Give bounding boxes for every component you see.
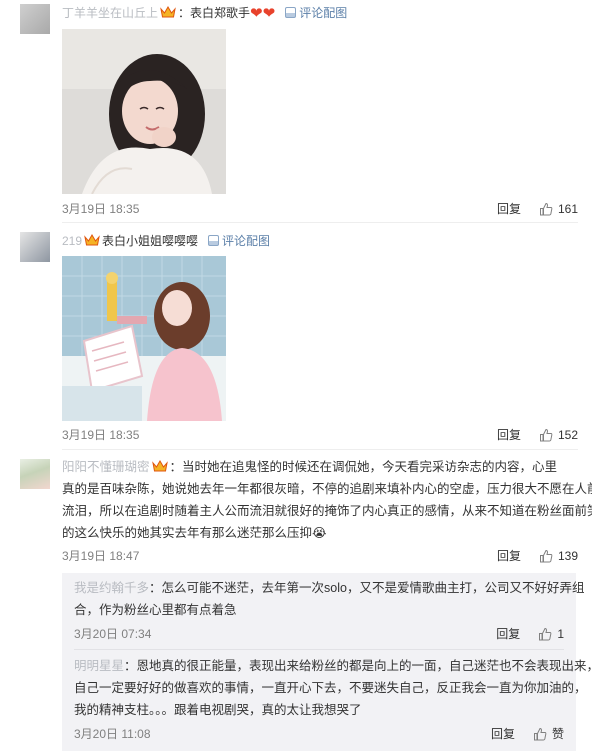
comment-time: 3月19日 18:35 (62, 202, 140, 216)
like-count: 赞 (551, 727, 564, 741)
comment-meta: 3月20日 07:34 回复 1 (74, 625, 564, 643)
comment-meta: 3月19日 18:47 回复 139 (62, 547, 578, 565)
comment-time: 3月20日 07:34 (74, 627, 152, 641)
comment-text-line: 的这么快乐的她其实去年有那么迷茫那么压抑 (62, 526, 313, 540)
girl-portrait-image (62, 29, 226, 194)
divider (62, 222, 578, 223)
like-count: 152 (557, 428, 578, 442)
username-link[interactable]: 阳阳不懂珊瑚密 (62, 460, 150, 474)
avatar[interactable] (20, 4, 50, 34)
vip-crown-icon (151, 460, 168, 472)
picture-icon (285, 7, 297, 18)
thumbs-up-icon (539, 202, 553, 216)
sub-comment-body: 我是约翰千多：怎么可能不迷茫，去年第一次solo，又不是爱情歌曲主打，公司又不好… (74, 577, 584, 621)
username-link[interactable]: 我是约翰千多 (74, 581, 149, 595)
comment-time: 3月19日 18:35 (62, 428, 140, 442)
thumbs-up-icon (539, 428, 553, 442)
divider (62, 449, 578, 450)
username-link[interactable]: 明明星星 (74, 659, 124, 673)
comment-text: 表白小姐姐嘤嘤嘤 (102, 234, 199, 248)
like-button[interactable]: 1 (538, 627, 564, 641)
comment-body: 阳阳不懂珊瑚密 ：当时她在追鬼怪的时候还在调侃她，今天看完采访杂志的内容，心里 真… (62, 456, 592, 544)
comment-text-line: 我的精神支柱。。。跟着电视剧哭，真的太让我想哭了 (74, 703, 362, 717)
girl-reading-image (62, 256, 226, 421)
comment-meta: 3月19日 18:35 回复 161 (62, 200, 578, 218)
comment-text-line: ：怎么可能不迷茫，去年第一次solo，又不是爱情歌曲主打，公司又不好好弄组 (149, 581, 585, 595)
crying-emoji-icon: 😭 (312, 526, 327, 540)
vip-crown-icon (84, 234, 100, 246)
comment-header: 丁羊羊坐在山丘上 ：表白郑歌手❤❤ 评论配图 (62, 4, 578, 23)
avatar[interactable] (20, 459, 50, 489)
username-link[interactable]: 219 (62, 234, 82, 248)
reply-button[interactable]: 回复 (497, 202, 521, 216)
reply-button[interactable]: 回复 (497, 549, 521, 563)
comment-image-link[interactable]: 评论配图 (208, 234, 270, 248)
thumbs-up-icon (533, 727, 547, 741)
like-button[interactable]: 152 (539, 428, 578, 442)
username-link[interactable]: 丁羊羊坐在山丘上 (62, 6, 158, 20)
like-count: 139 (557, 549, 578, 563)
vip-crown-icon (160, 6, 176, 18)
comment-text-line: ：当时她在追鬼怪的时候还在调侃她，今天看完采访杂志的内容，心里 (169, 460, 558, 474)
comment-time: 3月19日 18:47 (62, 549, 140, 563)
comment-text-line: ：恩地真的很正能量，表现出来给粉丝的都是向上的一面，自己迷茫也不会表现出来， (124, 659, 592, 673)
comment-meta: 3月19日 18:35 回复 152 (62, 426, 578, 444)
comment-time: 3月20日 11:08 (74, 727, 151, 741)
like-button[interactable]: 161 (539, 202, 578, 216)
reply-button[interactable]: 回复 (496, 627, 520, 641)
reply-button[interactable]: 回复 (491, 727, 515, 741)
thumbs-up-icon (539, 549, 553, 563)
like-button[interactable]: 赞 (533, 727, 564, 741)
comment-text-line: 流泪，所以在追剧时随着主人公而流泪就很好的掩饰了内心真正的感情，从来不知道在粉丝… (62, 504, 592, 518)
comment-image-link[interactable]: 评论配图 (285, 6, 347, 20)
divider (74, 649, 564, 650)
avatar[interactable] (20, 232, 50, 262)
sub-comment-body: 明明星星：恩地真的很正能量，表现出来给粉丝的都是向上的一面，自己迷茫也不会表现出… (74, 655, 592, 721)
heart-emoji-icon: ❤ (250, 5, 263, 22)
reply-button[interactable]: 回复 (497, 428, 521, 442)
like-count: 161 (557, 202, 578, 216)
comment-photo[interactable] (62, 29, 226, 194)
comment-photo[interactable] (62, 256, 226, 421)
comment-header: 219 表白小姐姐嘤嘤嘤 评论配图 (62, 232, 578, 250)
comment-text-line: 合，作为粉丝心里都有点着急 (74, 603, 237, 617)
picture-icon (208, 235, 220, 246)
comment-meta: 3月20日 11:08 回复 赞 (74, 725, 564, 743)
like-button[interactable]: 139 (539, 549, 578, 563)
like-count: 1 (557, 627, 564, 641)
heart-emoji-icon: ❤ (262, 5, 276, 22)
comment-text: ：表白郑歌手 (178, 6, 251, 20)
comment-text-line: 自己一定要好好的做喜欢的事情，一直开心下去，不要迷失自己，反正我会一直为你加油的… (74, 681, 587, 695)
comment-text-line: 真的是百味杂陈，她说她去年一年都很灰暗，不停的追剧来填补内心的空虚，压力很大不愿… (62, 482, 592, 496)
reply-thread: 我是约翰千多：怎么可能不迷茫，去年第一次solo，又不是爱情歌曲主打，公司又不好… (62, 573, 592, 751)
thumbs-up-icon (539, 627, 552, 641)
comment-image-label: 评论配图 (299, 6, 348, 20)
comment-image-label: 评论配图 (222, 234, 271, 248)
